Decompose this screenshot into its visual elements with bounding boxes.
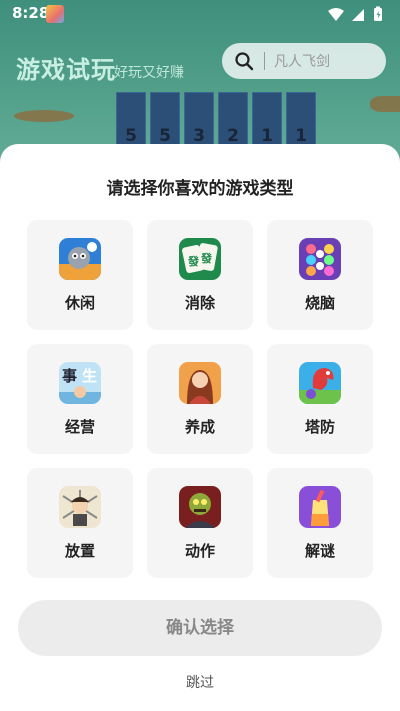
liquid-puzzle-icon [299,486,341,528]
category-label: 经营 [64,418,95,436]
svg-text:發: 發 [187,254,200,268]
zombie-action-icon [179,486,221,528]
svg-text:事: 事 [62,367,77,385]
search-bar[interactable]: 凡人飞剑 [222,43,386,79]
background-tile: 3 [184,92,214,150]
category-label: 烧脑 [304,294,335,312]
background-tile: 5 [116,92,146,150]
floating-island-left [14,110,74,122]
background-tile: 2 [218,92,248,150]
category-label: 塔防 [304,418,335,436]
wifi-icon [328,8,344,21]
page-title: 游戏试玩 [16,56,116,84]
app-notification-icon [46,5,64,23]
business-game-icon: 事 生 [59,362,101,404]
puzzle-balls-icon [299,238,341,280]
background-tile: 5 [150,92,180,150]
confirm-selection-button[interactable]: 确认选择 [18,600,382,656]
signal-icon [352,9,364,21]
skip-button[interactable]: 跳过 [0,672,400,692]
category-label: 消除 [184,294,215,312]
category-card-raising[interactable]: 养成 [147,344,253,454]
category-label: 解谜 [304,542,335,560]
leisure-game-icon [59,238,101,280]
idle-warrior-icon [59,486,101,528]
status-bar: 8:28 [0,0,400,28]
category-card-brain[interactable]: 烧脑 [267,220,373,330]
background-tile: 1 [252,92,282,150]
category-card-leisure[interactable]: 休闲 [27,220,133,330]
game-type-selection-sheet: 请选择你喜欢的游戏类型 休闲 發 發 消除 烧脑 事 生 经营 养成 塔防 放置… [0,144,400,711]
category-label: 放置 [64,542,95,560]
floating-island-right [370,96,400,112]
category-card-match[interactable]: 發 發 消除 [147,220,253,330]
search-divider [264,52,265,70]
system-status-icons [328,6,382,21]
page-subtitle: 好玩又好赚 [114,65,184,81]
category-label: 动作 [184,542,215,560]
category-label: 休闲 [64,294,95,312]
mahjong-icon: 發 發 [179,238,221,280]
category-label: 养成 [184,418,215,436]
search-placeholder: 凡人飞剑 [274,54,330,70]
sheet-title: 请选择你喜欢的游戏类型 [106,179,294,199]
svg-text:生: 生 [82,367,97,385]
status-time: 8:28 [12,4,50,22]
category-card-idle[interactable]: 放置 [27,468,133,578]
category-card-puzzle[interactable]: 解谜 [267,468,373,578]
svg-text:發: 發 [200,251,213,265]
dragon-tower-defense-icon [299,362,341,404]
background-tile: 1 [286,92,316,150]
search-icon [235,52,254,71]
category-card-action[interactable]: 动作 [147,468,253,578]
category-card-tower-defense[interactable]: 塔防 [267,344,373,454]
character-raising-icon [179,362,221,404]
category-card-business[interactable]: 事 生 经营 [27,344,133,454]
